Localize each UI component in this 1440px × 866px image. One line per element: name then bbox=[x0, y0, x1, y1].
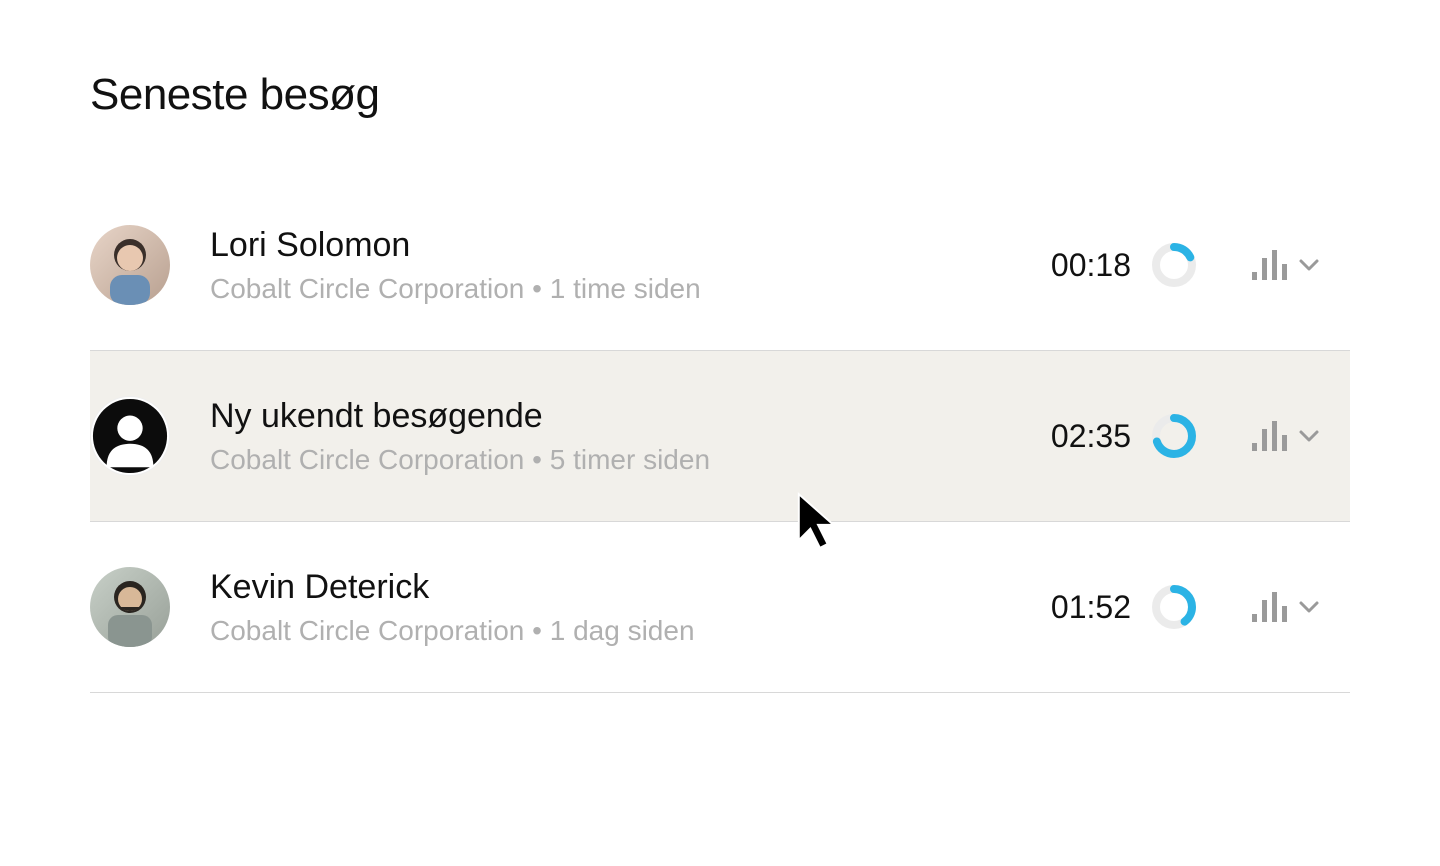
visit-duration: 01:52 bbox=[1031, 589, 1131, 626]
analytics-icon bbox=[1252, 592, 1288, 622]
visit-row[interactable]: Kevin Deterick Cobalt Circle Corporation… bbox=[90, 522, 1350, 693]
analytics-icon bbox=[1252, 421, 1288, 451]
visitor-meta: Cobalt Circle Corporation • 1 time siden bbox=[210, 273, 1031, 305]
visit-row[interactable]: Lori Solomon Cobalt Circle Corporation •… bbox=[90, 180, 1350, 351]
row-actions[interactable] bbox=[1252, 592, 1320, 622]
recent-visits-panel: Seneste besøg Lori Solomon Cobalt Circle… bbox=[0, 0, 1440, 693]
visit-row[interactable]: Ny ukendt besøgende Cobalt Circle Corpor… bbox=[90, 351, 1350, 522]
chevron-down-icon bbox=[1298, 254, 1320, 276]
visit-info: Ny ukendt besøgende Cobalt Circle Corpor… bbox=[210, 397, 1031, 476]
avatar bbox=[90, 396, 170, 476]
progress-ring-icon bbox=[1151, 242, 1197, 288]
progress-ring-icon bbox=[1151, 584, 1197, 630]
visit-info: Kevin Deterick Cobalt Circle Corporation… bbox=[210, 568, 1031, 647]
chevron-down-icon bbox=[1298, 596, 1320, 618]
visitor-meta: Cobalt Circle Corporation • 1 dag siden bbox=[210, 615, 1031, 647]
visitor-name: Kevin Deterick bbox=[210, 568, 1031, 607]
analytics-icon bbox=[1252, 250, 1288, 280]
page-title: Seneste besøg bbox=[90, 70, 1350, 120]
row-actions[interactable] bbox=[1252, 250, 1320, 280]
chevron-down-icon bbox=[1298, 425, 1320, 447]
visitor-meta: Cobalt Circle Corporation • 5 timer side… bbox=[210, 444, 1031, 476]
avatar bbox=[90, 225, 170, 305]
visitor-name: Ny ukendt besøgende bbox=[210, 397, 1031, 436]
visitor-name: Lori Solomon bbox=[210, 226, 1031, 265]
row-actions[interactable] bbox=[1252, 421, 1320, 451]
visit-duration: 02:35 bbox=[1031, 418, 1131, 455]
visit-info: Lori Solomon Cobalt Circle Corporation •… bbox=[210, 226, 1031, 305]
visit-list: Lori Solomon Cobalt Circle Corporation •… bbox=[90, 180, 1350, 693]
avatar bbox=[90, 567, 170, 647]
visit-duration: 00:18 bbox=[1031, 247, 1131, 284]
progress-ring-icon bbox=[1151, 413, 1197, 459]
